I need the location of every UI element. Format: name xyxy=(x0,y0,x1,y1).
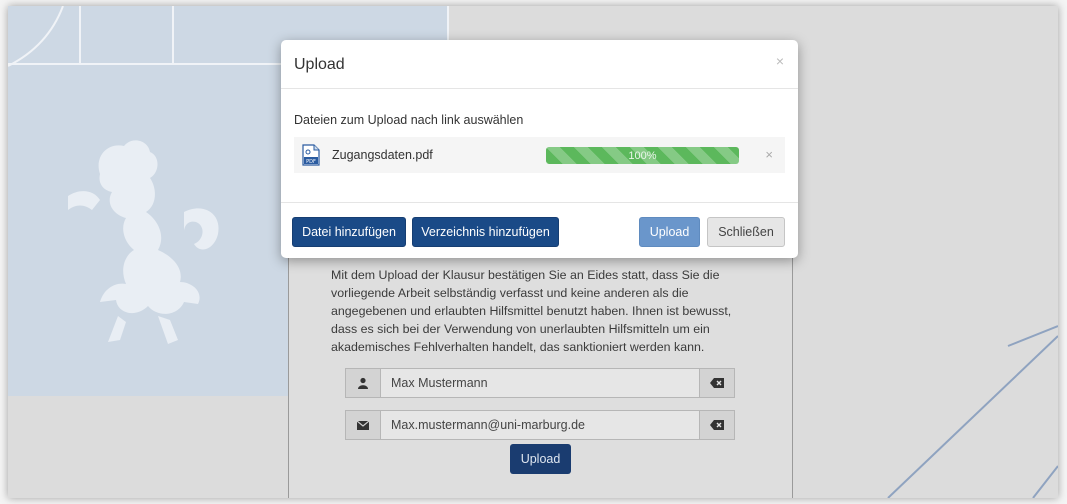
name-input-group: Max Mustermann xyxy=(345,368,735,398)
declaration-text: Mit dem Upload der Klausur bestätigen Si… xyxy=(331,268,732,354)
file-name: Zugangsdaten.pdf xyxy=(332,148,433,162)
select-files-label: Dateien zum Upload nach link auswählen xyxy=(294,113,524,127)
email-field[interactable]: Max.mustermann@uni-marburg.de xyxy=(381,411,699,439)
close-button[interactable]: Schließen xyxy=(707,217,785,247)
upload-progress-bar: 100% xyxy=(546,147,739,164)
clear-name-icon[interactable] xyxy=(699,369,734,397)
upload-button[interactable]: Upload xyxy=(639,217,700,247)
envelope-icon xyxy=(346,411,381,439)
page: Mit dem Upload der Klausur bestätigen Si… xyxy=(8,6,1058,498)
remove-file-icon[interactable]: × xyxy=(765,147,773,162)
modal-footer: Datei hinzufügen Verzeichnis hinzufügen … xyxy=(281,202,798,258)
user-icon xyxy=(346,369,381,397)
modal-header: Upload × xyxy=(281,40,798,89)
form-upload-button[interactable]: Upload xyxy=(510,444,571,474)
email-input-group: Max.mustermann@uni-marburg.de xyxy=(345,410,735,440)
name-field[interactable]: Max Mustermann xyxy=(381,369,699,397)
progress-label: 100% xyxy=(628,149,657,162)
pdf-file-icon: PDF xyxy=(302,144,320,166)
add-file-button[interactable]: Datei hinzufügen xyxy=(292,217,406,247)
upload-form-panel: Mit dem Upload der Klausur bestätigen Si… xyxy=(288,216,793,498)
add-directory-button[interactable]: Verzeichnis hinzufügen xyxy=(412,217,559,247)
file-list-item: PDF Zugangsdaten.pdf 100% × xyxy=(294,137,785,173)
modal-title: Upload xyxy=(294,56,345,73)
svg-text:PDF: PDF xyxy=(306,159,316,165)
modal-close-icon[interactable]: × xyxy=(776,53,784,69)
upload-modal: Upload × Dateien zum Upload nach link au… xyxy=(281,40,798,258)
modal-body: Dateien zum Upload nach link auswählen P… xyxy=(294,113,785,173)
clear-email-icon[interactable] xyxy=(699,411,734,439)
